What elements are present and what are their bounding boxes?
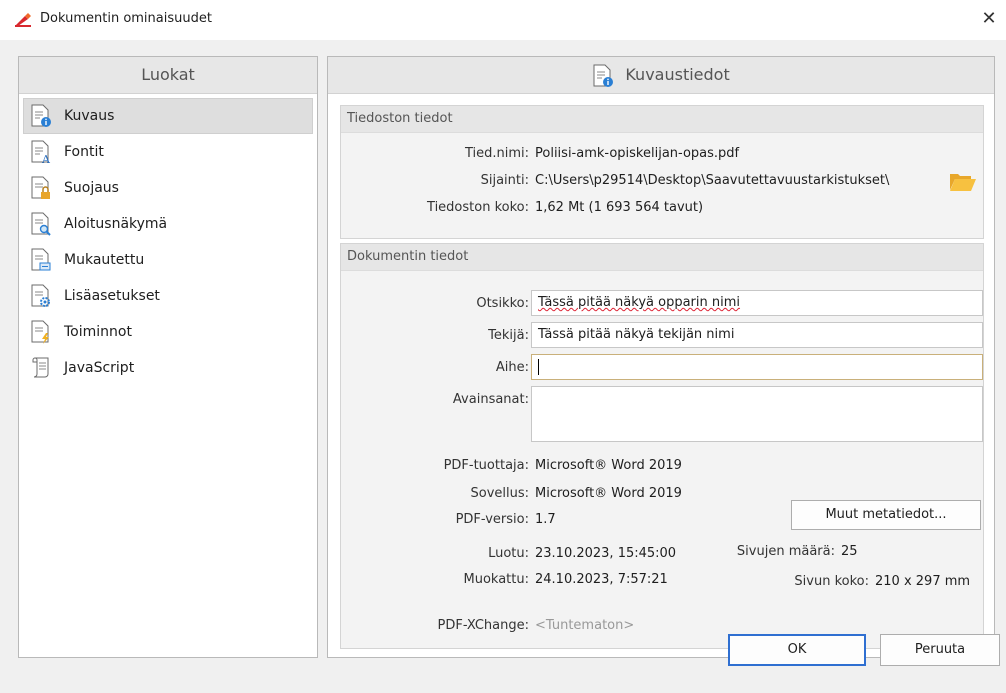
page-count-value: 25 (841, 544, 858, 559)
document-info-title: Dokumentin tiedot (341, 244, 983, 271)
window-title: Dokumentin ominaisuudet (40, 11, 212, 26)
category-label: JavaScript (64, 360, 135, 376)
category-label: Aloitusnäkymä (64, 216, 168, 232)
created-label: Luotu: (488, 546, 529, 561)
category-label: Kuvaus (64, 108, 115, 124)
ok-button[interactable]: OK (728, 634, 866, 666)
category-item-suojaus[interactable]: Suojaus (23, 170, 313, 206)
doc-gear-icon (31, 284, 50, 307)
subject-label: Aihe: (495, 360, 529, 375)
filename-value: Poliisi-amk-opiskelijan-opas.pdf (535, 146, 740, 161)
author-input[interactable]: Tässä pitää näkyä tekijän nimi (531, 322, 983, 348)
category-item-mukautettu[interactable]: Mukautettu (23, 242, 313, 278)
file-info-group: Tiedoston tiedot Tied.nimi: Poliisi-amk-… (340, 105, 984, 239)
description-panel: Kuvaustiedot Tiedoston tiedot Tied.nimi:… (327, 56, 995, 658)
title-input-value: Tässä pitää näkyä opparin nimi (538, 295, 741, 310)
cancel-button[interactable]: Peruuta (880, 634, 1000, 666)
producer-value: Microsoft® Word 2019 (535, 458, 682, 473)
more-metadata-button[interactable]: Muut metatiedot... (791, 500, 981, 530)
category-label: Mukautettu (64, 252, 145, 268)
description-header: Kuvaustiedot (328, 57, 994, 94)
title-input[interactable]: Tässä pitää näkyä opparin nimi (531, 290, 983, 316)
doc-lock-icon (31, 176, 50, 199)
script-scroll-icon (32, 357, 49, 378)
title-bar: Dokumentin ominaisuudet ✕ (0, 0, 1006, 40)
dialog-body: Luokat Kuvaus A Fontit Suojaus Aloitusnä… (0, 40, 1006, 693)
producer-label: PDF-tuottaja: (443, 458, 529, 473)
category-label: Fontit (64, 144, 104, 160)
modified-value: 24.10.2023, 7:57:21 (535, 572, 668, 587)
location-value: C:\Users\p29514\Desktop\Saavutettavuusta… (535, 173, 890, 188)
application-value: Microsoft® Word 2019 (535, 486, 682, 501)
subject-input[interactable] (531, 354, 983, 380)
doc-font-icon: A (31, 140, 51, 164)
modified-label: Muokattu: (463, 572, 530, 587)
application-label: Sovellus: (470, 486, 529, 501)
category-label: Toiminnot (64, 324, 132, 340)
svg-text:A: A (41, 153, 51, 164)
categories-list: Kuvaus A Fontit Suojaus Aloitusnäkymä Mu… (19, 94, 317, 386)
category-item-aloitusnakyma[interactable]: Aloitusnäkymä (23, 206, 313, 242)
xchange-label: PDF-XChange: (437, 618, 529, 633)
author-label: Tekijä: (488, 328, 529, 343)
categories-header: Luokat (19, 57, 317, 94)
category-item-kuvaus[interactable]: Kuvaus (23, 98, 313, 134)
file-size-label: Tiedoston koko: (427, 200, 529, 215)
category-item-toiminnot[interactable]: Toiminnot (23, 314, 313, 350)
file-size-value: 1,62 Mt (1 693 564 tavut) (535, 200, 704, 215)
doc-lightning-icon (31, 320, 49, 344)
category-label: Suojaus (64, 180, 119, 196)
page-size-value: 210 x 297 mm (875, 574, 971, 589)
created-value: 23.10.2023, 15:45:00 (535, 546, 677, 561)
category-label: Lisäasetukset (64, 288, 160, 304)
keywords-textarea[interactable] (531, 386, 983, 442)
close-button[interactable]: ✕ (976, 6, 1002, 32)
document-info-group: Dokumentin tiedot Otsikko: Tässä pitää n… (340, 243, 984, 649)
pdf-version-label: PDF-versio: (455, 512, 529, 527)
file-info-title: Tiedoston tiedot (341, 106, 983, 133)
page-count-label: Sivujen määrä: (736, 544, 835, 559)
keywords-label: Avainsanat: (452, 392, 529, 407)
open-folder-icon[interactable] (949, 170, 977, 192)
location-label: Sijainti: (480, 173, 529, 188)
doc-info-icon (593, 64, 614, 87)
app-logo-icon (15, 13, 31, 27)
doc-custom-icon (31, 248, 51, 271)
category-item-javascript[interactable]: JavaScript (23, 350, 313, 386)
page-size-label: Sivun koko: (794, 574, 869, 589)
pdf-version-value: 1.7 (535, 512, 556, 527)
text-caret (538, 358, 539, 375)
doc-search-icon (31, 212, 51, 236)
doc-info-icon (31, 104, 51, 127)
description-header-label: Kuvaustiedot (625, 65, 730, 84)
title-label: Otsikko: (476, 296, 529, 311)
categories-panel: Luokat Kuvaus A Fontit Suojaus Aloitusnä… (18, 56, 318, 658)
category-item-fontit[interactable]: A Fontit (23, 134, 313, 170)
xchange-value: <Tuntematon> (535, 618, 635, 633)
filename-label: Tied.nimi: (464, 146, 529, 161)
author-input-value: Tässä pitää näkyä tekijän nimi (538, 327, 735, 342)
category-item-lisaasetukset[interactable]: Lisäasetukset (23, 278, 313, 314)
